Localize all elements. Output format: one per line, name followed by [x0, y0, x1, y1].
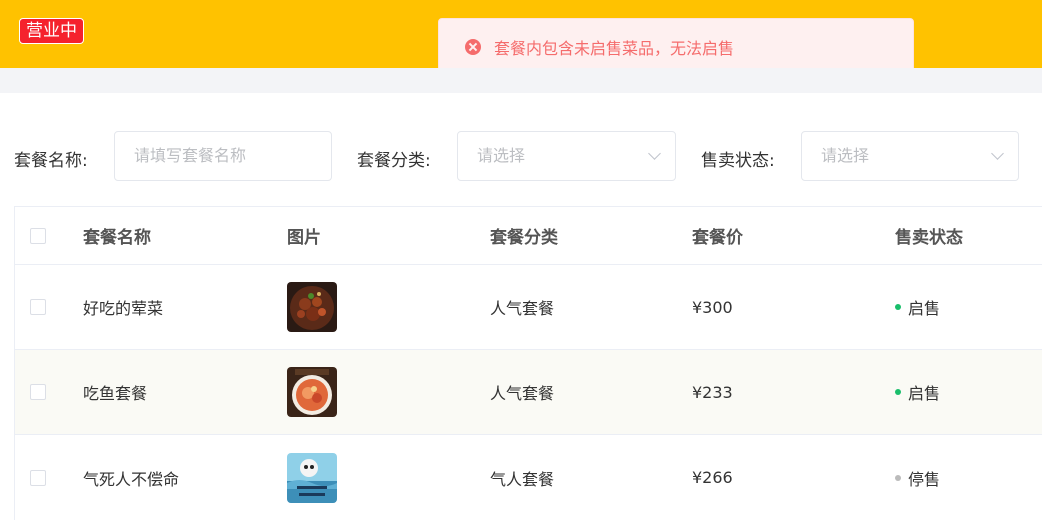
setmeal-status: 启售 [908, 299, 941, 318]
filter-bar: 套餐名称: 请填写套餐名称 套餐分类: 请选择 售卖状态: 请选择 [0, 131, 1042, 181]
setmeal-status: 启售 [908, 384, 941, 403]
column-header-image: 图片 [287, 228, 321, 248]
chevron-down-icon [648, 147, 661, 160]
select-all-checkbox[interactable] [30, 227, 46, 244]
table-row[interactable]: 吃鱼套餐 人气套餐 ¥233 启售 [15, 350, 1042, 435]
row-checkbox[interactable] [30, 469, 46, 486]
setmeal-image [287, 452, 337, 503]
content-divider [0, 68, 1042, 93]
category-filter-label: 套餐分类: [357, 151, 431, 171]
setmeal-price: ¥300 [692, 297, 733, 317]
setmeal-status: 停售 [908, 469, 941, 489]
status-dot-icon [895, 389, 901, 395]
column-header-price[interactable]: 套餐价 [692, 207, 743, 264]
column-header-category[interactable]: 套餐分类 [490, 207, 558, 264]
name-search-input[interactable]: 请填写套餐名称 [114, 131, 332, 181]
chevron-down-icon [991, 147, 1004, 160]
table-row[interactable]: 气死人不偿命 气人套餐 ¥266 停售 [15, 435, 1042, 520]
setmeal-price: ¥266 [692, 468, 733, 487]
name-filter-label: 套餐名称: [14, 151, 88, 171]
error-circle-icon [465, 38, 481, 55]
row-checkbox[interactable] [30, 384, 46, 400]
name-search-placeholder: 请填写套餐名称 [134, 146, 247, 165]
setmeal-image [287, 282, 337, 332]
category-select-placeholder: 请选择 [477, 146, 526, 165]
toast-message: 套餐内包含未启售菜品，无法启售 [494, 38, 735, 58]
business-status-badge: 营业中 [19, 18, 84, 44]
column-header-status[interactable]: 售卖状态 [895, 207, 963, 264]
status-dot-icon [895, 474, 901, 481]
setmeal-name: 好吃的荤菜 [83, 299, 164, 318]
category-select[interactable]: 请选择 [457, 131, 676, 181]
setmeal-name: 气死人不偿命 [83, 469, 180, 489]
status-dot-icon [895, 304, 901, 310]
error-toast: 套餐内包含未启售菜品，无法启售 [438, 18, 914, 75]
status-select-placeholder: 请选择 [821, 146, 870, 165]
setmeal-category: 人气套餐 [490, 299, 555, 318]
table-row[interactable]: 好吃的荤菜 人气套餐 ¥300 启售 [15, 265, 1042, 350]
table-header-row: 套餐名称 图片 套餐分类 套餐价 售卖状态 [15, 207, 1042, 265]
setmeal-category: 气人套餐 [490, 469, 555, 489]
setmeal-image [287, 367, 337, 417]
status-filter-label: 售卖状态: [701, 151, 775, 171]
setmeal-name: 吃鱼套餐 [83, 384, 148, 403]
column-header-name[interactable]: 套餐名称 [83, 207, 151, 264]
row-checkbox[interactable] [30, 299, 46, 315]
setmeal-table: 套餐名称 图片 套餐分类 套餐价 售卖状态 好吃的荤菜 人气套餐 ¥300 启售… [14, 206, 1042, 520]
status-select[interactable]: 请选择 [801, 131, 1019, 181]
setmeal-category: 人气套餐 [490, 384, 555, 403]
setmeal-price: ¥233 [692, 382, 733, 402]
